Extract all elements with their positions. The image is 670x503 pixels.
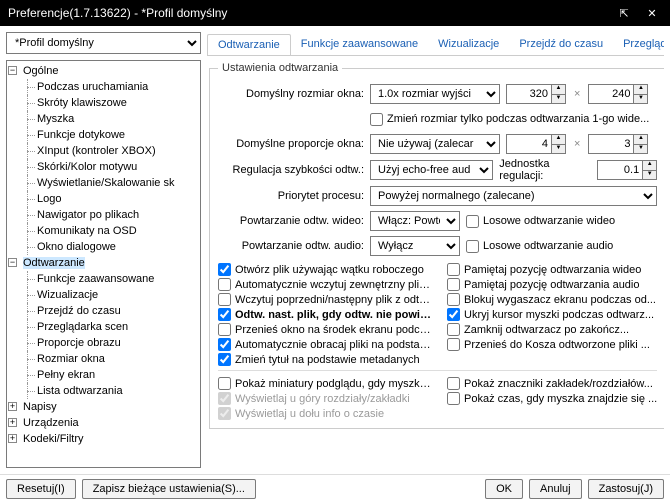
chk[interactable]: Ukryj kursor myszki podczas odtwarz... [447, 308, 657, 321]
height-spinner[interactable]: ▲▼ [588, 84, 648, 104]
tree-general[interactable]: Ogólne [23, 65, 58, 77]
chk[interactable]: Zamknij odtwarzacz po zakończ... [447, 323, 657, 336]
chk[interactable]: Przenieś do Kosza odtworzone pliki ... [447, 338, 657, 351]
tree-item[interactable]: Funkcje zaawansowane [37, 273, 154, 285]
chk[interactable]: Blokuj wygaszacz ekranu podczas od... [447, 293, 657, 306]
tab-goto[interactable]: Przejdź do czasu [509, 34, 613, 54]
apply-button[interactable]: Zastosuj(J) [588, 479, 664, 499]
tree-item[interactable]: Skróty klawiszowe [37, 97, 127, 109]
tree-item[interactable]: Rozmiar okna [37, 353, 105, 365]
label: Domyślne proporcje okna: [218, 138, 364, 150]
label: Priorytet procesu: [218, 190, 364, 202]
tree-item[interactable]: Przeglądarka scen [37, 321, 128, 333]
ok-button[interactable]: OK [485, 479, 523, 499]
tree-item[interactable]: Komunikaty na OSD [37, 225, 137, 237]
chk[interactable]: Automatycznie obracaj pliki na podstawi.… [218, 338, 435, 351]
tree-subtitles[interactable]: Napisy [23, 401, 57, 413]
tab-playback[interactable]: Odtwarzanie [207, 34, 291, 56]
chk[interactable]: Odtw. nast. plik, gdy odtw. nie powiod..… [218, 308, 435, 321]
tree-item[interactable]: Wyświetlanie/Skalowanie sk [37, 177, 174, 189]
chk[interactable]: Pokaż miniatury podglądu, gdy myszka ... [218, 377, 435, 390]
label: Powtarzanie odtw. audio: [218, 240, 364, 252]
chk[interactable]: Automatycznie wczytuj zewnętrzny plik ..… [218, 278, 435, 291]
cancel-button[interactable]: Anuluj [529, 479, 582, 499]
tree-item[interactable]: Podczas uruchamiania [37, 81, 148, 93]
settings-pane: Ustawienia odtwarzania Domyślny rozmiar … [207, 60, 664, 468]
width-spinner[interactable]: ▲▼ [506, 84, 566, 104]
repeat-video-select[interactable]: Włącz: Powtór [370, 211, 460, 231]
speed-select[interactable]: Użyj echo-free aud [370, 160, 493, 180]
tree-item[interactable]: Funkcje dotykowe [37, 129, 125, 141]
window-title: Preferencje(1.7.13622) - *Profil domyśln… [8, 6, 614, 20]
profile-select[interactable]: *Profil domyślny [6, 32, 201, 54]
tab-visualizations[interactable]: Wizualizacje [428, 34, 509, 54]
tree-codecs[interactable]: Kodeki/Filtry [23, 433, 84, 445]
tree-item[interactable]: Nawigator po plikach [37, 209, 139, 221]
label: Regulacja szybkości odtw.: [218, 164, 364, 176]
chk: Wyświetlaj u dołu info o czasie [218, 407, 435, 420]
tree-item[interactable]: XInput (kontroler XBOX) [37, 145, 156, 157]
tree-toggle[interactable]: + [8, 418, 17, 427]
tab-advanced[interactable]: Funkcje zaawansowane [291, 34, 428, 54]
label: Powtarzanie odtw. wideo: [218, 215, 364, 227]
tree-item[interactable]: Wizualizacje [37, 289, 98, 301]
label: Jednostka regulacji: [499, 158, 591, 182]
tree-toggle[interactable]: − [8, 258, 17, 267]
save-settings-button[interactable]: Zapisz bieżące ustawienia(S)... [82, 479, 256, 499]
reset-button[interactable]: Resetuj(I) [6, 479, 76, 499]
chk-random-video[interactable]: Losowe odtwarzanie wideo [466, 215, 615, 228]
tab-browse[interactable]: Przegląd [613, 34, 664, 54]
chk[interactable]: Pamiętaj pozycję odtwarzania wideo [447, 263, 657, 276]
tree-item[interactable]: Lista odtwarzania [37, 385, 123, 397]
group-legend: Ustawienia odtwarzania [218, 62, 342, 74]
tree-item[interactable]: Skórki/Kolor motywu [37, 161, 137, 173]
repeat-audio-select[interactable]: Wyłącz [370, 236, 460, 256]
speed-unit[interactable]: ▲▼ [597, 160, 657, 180]
tree-toggle[interactable]: + [8, 434, 17, 443]
label: Domyślny rozmiar okna: [218, 88, 364, 100]
pin-icon[interactable]: ⇱ [614, 7, 634, 20]
chk: Wyświetlaj u góry rozdziały/zakładki [218, 392, 435, 405]
tree-item[interactable]: Myszka [37, 113, 74, 125]
chk[interactable]: Wczytuj poprzedni/następny plik z odtw..… [218, 293, 435, 306]
chk-resize-first[interactable]: Zmień rozmiar tylko podczas odtwarzania … [370, 113, 649, 126]
chk[interactable]: Pamiętaj pozycję odtwarzania audio [447, 278, 657, 291]
priority-select[interactable]: Powyżej normalnego (zalecane) [370, 186, 657, 206]
tree-item[interactable]: Pełny ekran [37, 369, 95, 381]
aspect-select[interactable]: Nie używaj (zalecar [370, 134, 500, 154]
tree-playback[interactable]: Odtwarzanie [23, 257, 85, 269]
tree-toggle[interactable]: − [8, 66, 17, 75]
aspect-h[interactable]: ▲▼ [588, 134, 648, 154]
chk[interactable]: Otwórz plik używając wątku roboczego [218, 263, 435, 276]
chk-random-audio[interactable]: Losowe odtwarzanie audio [466, 240, 613, 253]
chk[interactable]: Pokaż czas, gdy myszka znajdzie się ... [447, 392, 657, 405]
tree-devices[interactable]: Urządzenia [23, 417, 79, 429]
chk[interactable]: Zmień tytuł na podstawie metadanych [218, 353, 435, 366]
chk[interactable]: Przenieś okno na środek ekranu podczas..… [218, 323, 435, 336]
aspect-w[interactable]: ▲▼ [506, 134, 566, 154]
tree-item[interactable]: Logo [37, 193, 61, 205]
default-size-select[interactable]: 1.0x rozmiar wyjści [370, 84, 500, 104]
tabs: Odtwarzanie Funkcje zaawansowane Wizuali… [207, 32, 664, 56]
tree-pane[interactable]: −Ogólne Podczas uruchamiania Skróty klaw… [6, 60, 201, 468]
tree-toggle[interactable]: + [8, 402, 17, 411]
chk[interactable]: Pokaż znaczniki zakładek/rozdziałów... [447, 377, 657, 390]
close-icon[interactable]: ✕ [642, 7, 662, 20]
tree-item[interactable]: Proporcje obrazu [37, 337, 121, 349]
tree-item[interactable]: Przejdź do czasu [37, 305, 121, 317]
tree-item[interactable]: Okno dialogowe [37, 241, 116, 253]
